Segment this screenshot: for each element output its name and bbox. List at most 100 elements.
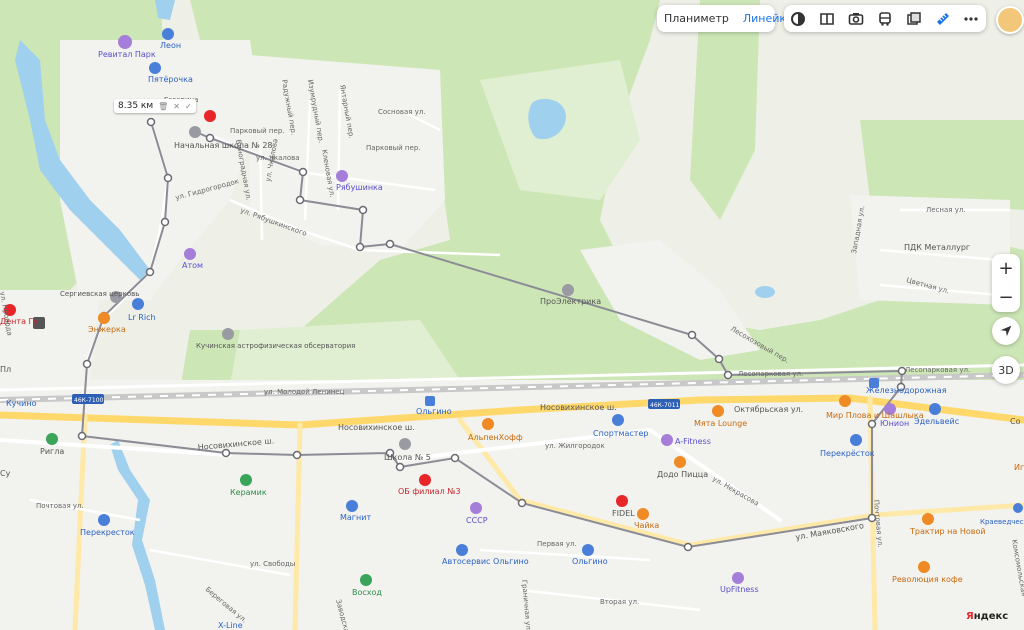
view-3d-button[interactable]: 3D [992, 356, 1020, 384]
label-alpenhoff: АльпенХофф [468, 433, 523, 442]
label-vokhod: Восход [352, 588, 382, 597]
olgino-station-marker [425, 396, 435, 406]
panorama-icon[interactable] [819, 11, 835, 27]
keramik-marker [240, 474, 252, 486]
ruler-vertex [385, 239, 395, 249]
ruler-vertex [723, 370, 733, 380]
dodo-marker [674, 456, 686, 468]
label-sosnovaya: Сосновая ул. [378, 108, 426, 116]
myata-marker [712, 405, 724, 417]
label-dodo: Додо Пицца [657, 470, 708, 479]
label-sssr: СССР [466, 516, 488, 525]
label-lesnaya: Лесная ул. [926, 206, 966, 214]
zoom-in-button[interactable]: + [992, 254, 1020, 283]
ruler-vertex [517, 498, 527, 508]
pyaterochka-marker [149, 62, 161, 74]
label-olgino-shop: Ольгино [572, 557, 608, 566]
ruler-vertex [714, 354, 724, 364]
label-a-fitness: A-Fitness [675, 437, 711, 446]
label-yunion: Юнион [880, 419, 909, 428]
ruler-vertex [82, 359, 92, 369]
ruler-vertex [355, 242, 365, 252]
label-perekrestok-e: Перекрёсток [820, 449, 875, 458]
lr-rich-marker [132, 298, 144, 310]
leon-marker [162, 28, 174, 40]
ruler-vertex [221, 448, 231, 458]
label-sergievskaya: Сергиевская церковь [60, 290, 139, 298]
more-icon[interactable] [963, 11, 979, 27]
ruler-distance: 8.35 км [118, 101, 154, 111]
school5-marker [399, 438, 411, 450]
location-arrow-icon [1000, 325, 1012, 337]
layers-icon[interactable] [790, 11, 806, 27]
ruler-vertex [160, 217, 170, 227]
chaika-marker [637, 508, 649, 520]
label-lr-rich: Lr Rich [128, 313, 156, 322]
label-parkovy-per: Парковый пер. [230, 127, 285, 135]
autoservis-marker [456, 544, 468, 556]
zoom-controls: + − [992, 254, 1020, 312]
label-autoservis: Автосервис Ольгино [442, 557, 529, 566]
a-fitness-marker [661, 434, 673, 446]
bus-icon[interactable] [877, 11, 893, 27]
label-sportmaster: Спортмастер [593, 429, 648, 438]
trash-icon[interactable]: 🗑 [158, 102, 168, 111]
ruler-vertex [450, 453, 460, 463]
label-zhilgorodok: ул. Жилгородок [545, 442, 605, 450]
ruler-vertex [358, 205, 368, 215]
revolyutsiya-marker [918, 561, 930, 573]
label-prolektrika: ПроЭлектрика [540, 297, 601, 306]
camera-icon[interactable] [848, 11, 864, 27]
label-x-line: X-Line [218, 621, 243, 630]
ruler-vertex [77, 431, 87, 441]
perekrestok-e-marker [850, 434, 862, 446]
label-pervaya: Первая ул. [537, 540, 577, 548]
observatory-marker [222, 328, 234, 340]
label-molodoy-leninets: ул. Молодой Ленинец [264, 388, 345, 396]
zoom-out-button[interactable]: − [992, 283, 1020, 312]
ruler-vertex [292, 450, 302, 460]
label-parkovy-per2: Парковый пер. [366, 144, 421, 152]
atom-marker [184, 248, 196, 260]
label-zheleznodorozhnaya: Железнодорожная [866, 386, 947, 395]
label-revolyutsiya: Революция кофе [892, 575, 963, 584]
fidel-marker [616, 495, 628, 507]
magnit-marker [346, 500, 358, 512]
label-su-partial: Су [0, 469, 11, 478]
ruler-vertex [298, 167, 308, 177]
tab-planimeter[interactable]: Планиметр [657, 12, 736, 25]
label-school28: Начальная школа № 28 [174, 141, 273, 150]
label-nosovikhinskoe1: Носовихинское ш. [540, 403, 617, 412]
label-enzherka: Энжерка [88, 325, 126, 334]
ruler-vertex [295, 195, 305, 205]
label-keramik: Керамик [230, 488, 267, 497]
ruler-vertex [145, 267, 155, 277]
school28-marker [189, 126, 201, 138]
revital-park-marker [118, 35, 132, 49]
alpenhoff-marker [482, 418, 494, 430]
sssr-marker [470, 502, 482, 514]
check-icon[interactable]: ✓ [185, 102, 192, 111]
user-avatar[interactable] [996, 6, 1024, 34]
hospital-marker [419, 474, 431, 486]
label-road-code2: 46К-7011 [650, 402, 680, 409]
locate-button[interactable] [992, 317, 1020, 345]
vokhod-marker [360, 574, 372, 586]
map-canvas[interactable]: Ревитал Парк Леон Пятёрочка Начальная шк… [0, 0, 1024, 630]
label-leon: Леон [160, 41, 181, 50]
label-pochtovaya: Почтовая ул. [36, 502, 84, 510]
label-traktir: Трактир на Новой [909, 527, 986, 536]
close-icon[interactable]: ✕ [173, 102, 180, 111]
label-pl-partial: Пл [0, 365, 11, 374]
label-upfitness: UpFitness [720, 585, 759, 594]
ryabushinka-marker [336, 170, 348, 182]
label-kraevedcheskiy: Краеведческий музей [980, 518, 1024, 526]
ruler-icon[interactable] [935, 11, 951, 27]
label-chkalova2: ул. Чкалова [256, 154, 300, 162]
ruler-distance-pill[interactable]: 8.35 км 🗑 ✕ ✓ [114, 99, 196, 113]
label-nosovikhinskoe2: Носовихинское ш. [338, 423, 415, 432]
sportmaster-marker [612, 414, 624, 426]
stack-icon[interactable] [906, 11, 922, 27]
label-ob-filial: ОБ филиал №3 [398, 487, 461, 496]
label-ryabushinka: Рябушинка [336, 183, 383, 192]
